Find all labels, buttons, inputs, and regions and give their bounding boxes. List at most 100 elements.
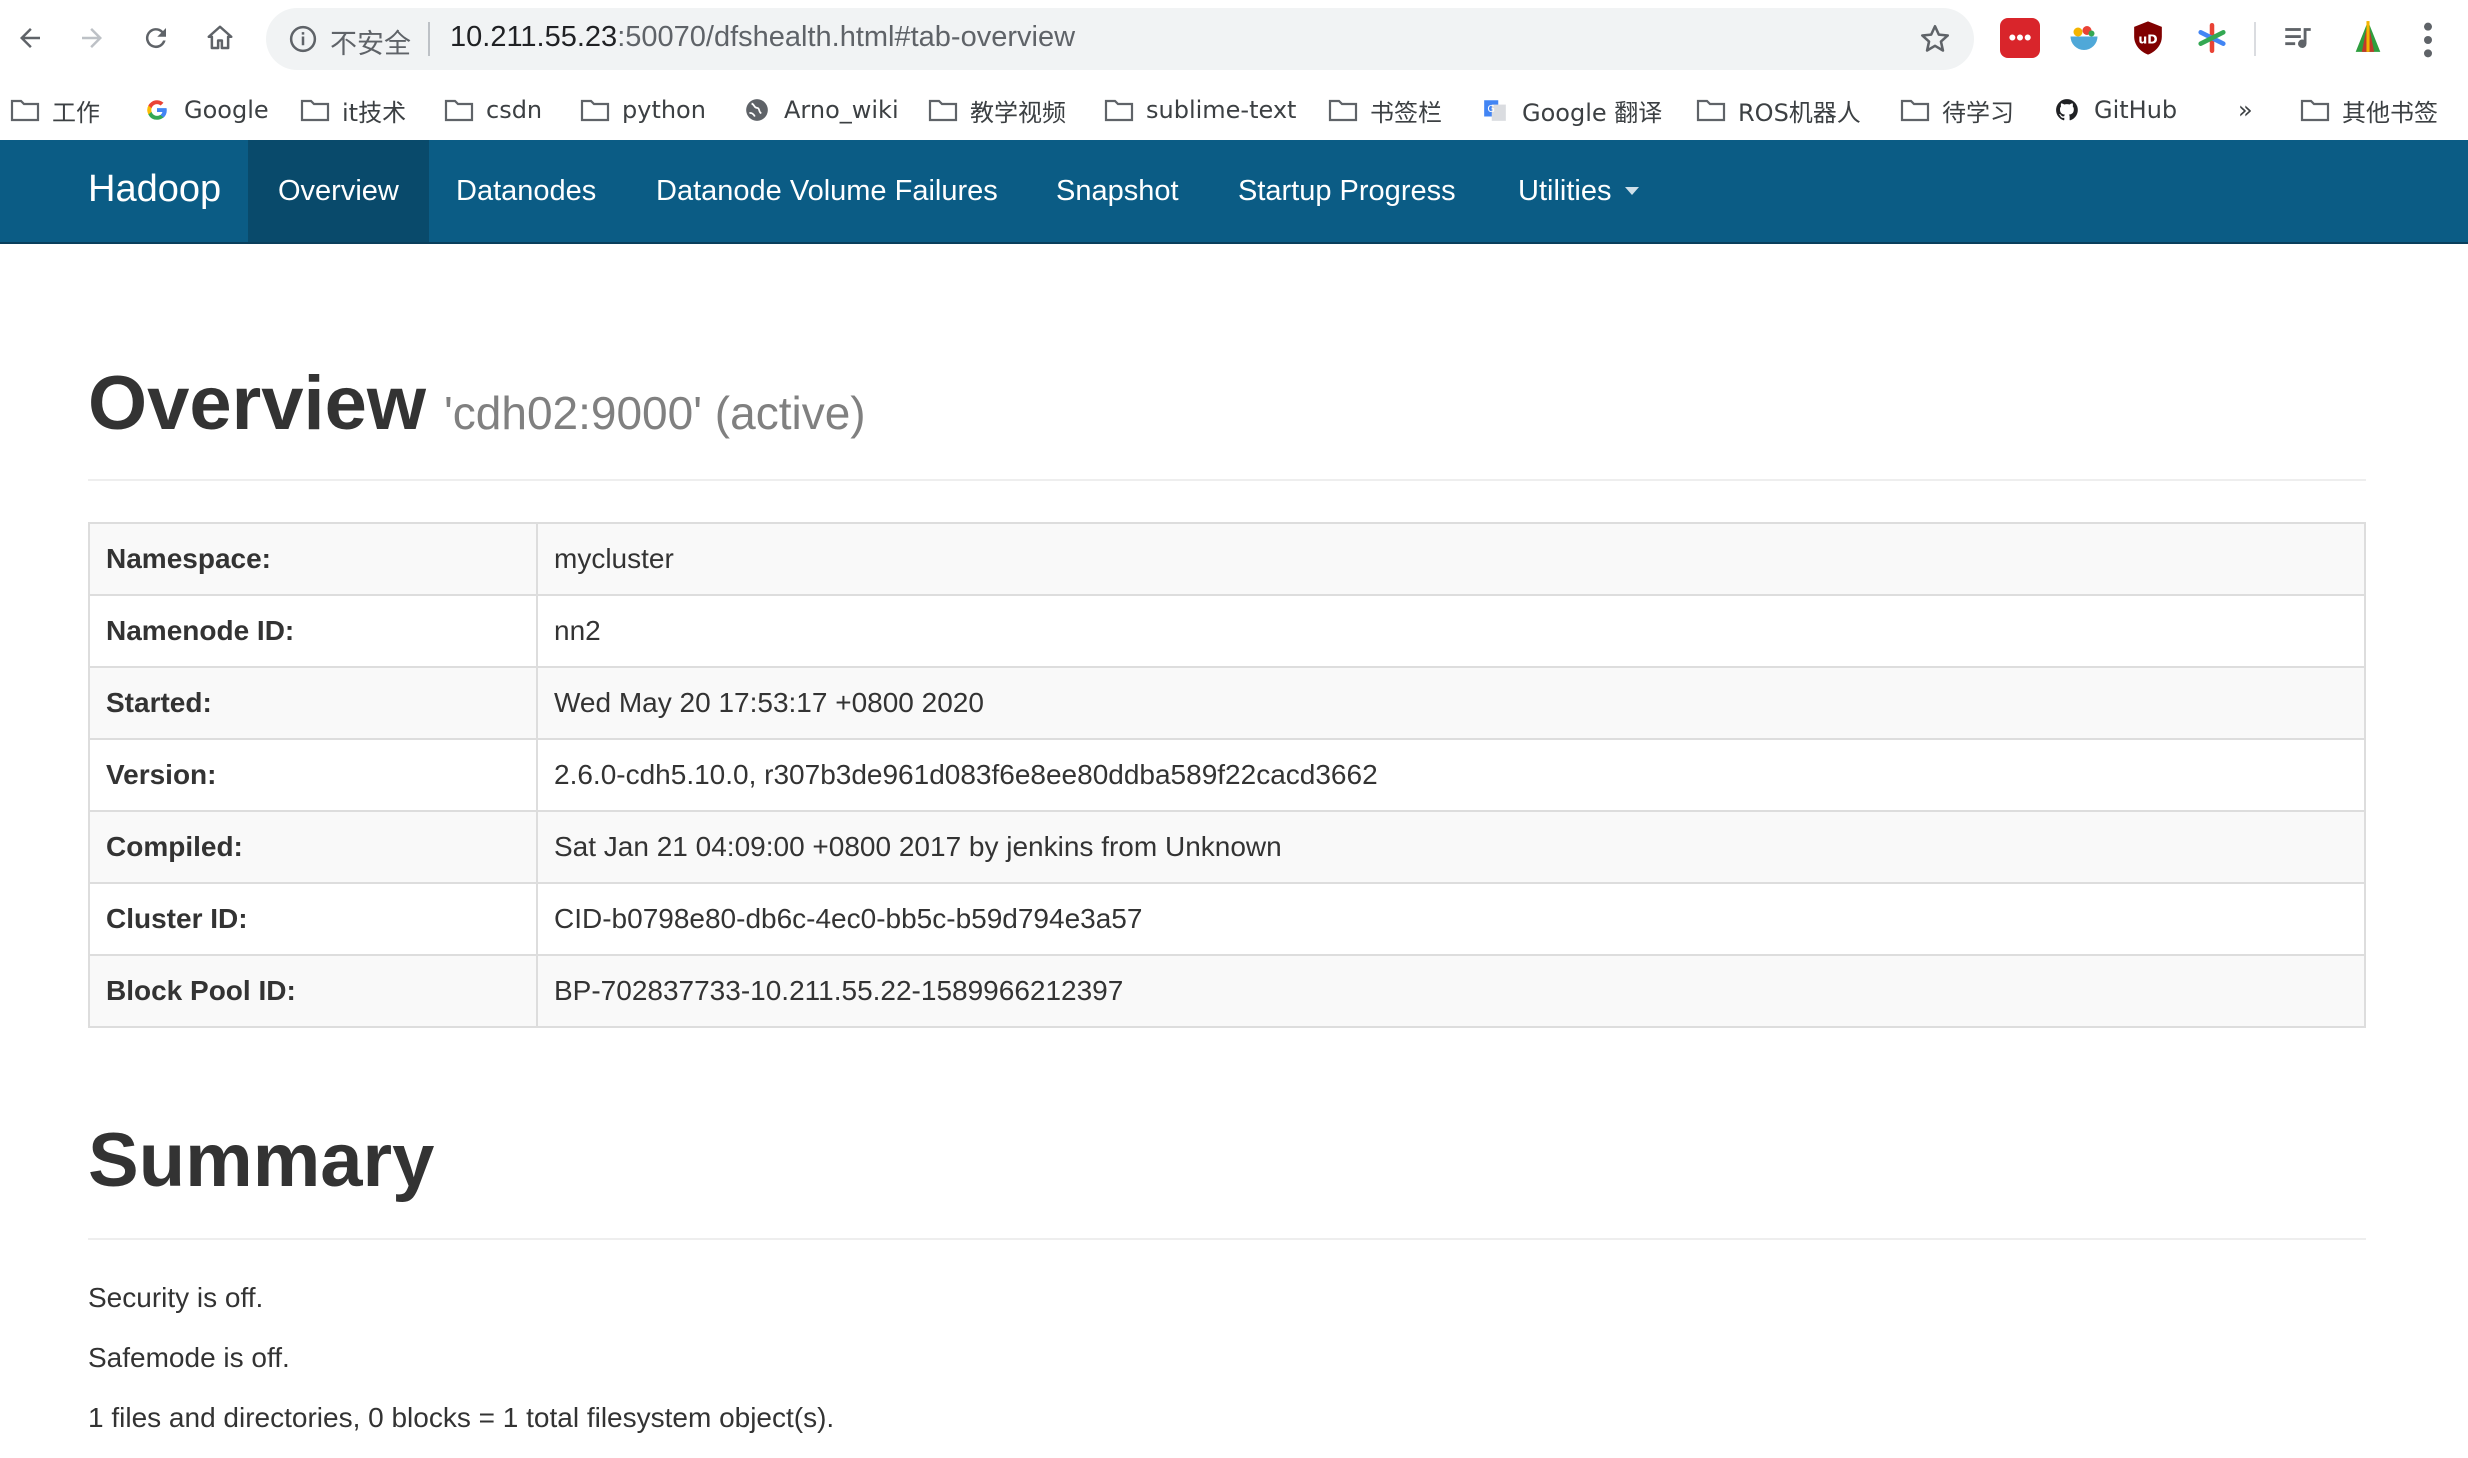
- table-row: Version: 2.6.0-cdh5.10.0, r307b3de961d08…: [88, 738, 2366, 812]
- profile-avatar[interactable]: [2348, 18, 2388, 58]
- media-queue-icon[interactable]: [2278, 18, 2318, 58]
- lastpass-extension-icon[interactable]: •••: [2000, 18, 2040, 58]
- bookmark-folder-videos[interactable]: 教学视频: [928, 90, 1066, 130]
- table-row: Started: Wed May 20 17:53:17 +0800 2020: [88, 666, 2366, 740]
- bookmark-star-icon[interactable]: [1918, 22, 1952, 56]
- nav-datanodes[interactable]: Datanodes: [426, 140, 626, 242]
- folder-icon: [580, 99, 610, 122]
- asterisk-extension-icon[interactable]: [2192, 18, 2232, 58]
- bookmark-label: 工作: [52, 98, 100, 127]
- folder-icon: [1104, 99, 1134, 122]
- table-row: Compiled: Sat Jan 21 04:09:00 +0800 2017…: [88, 810, 2366, 884]
- table-row: Block Pool ID: BP-702837733-10.211.55.22…: [88, 954, 2366, 1028]
- bookmark-label: Google: [184, 96, 269, 124]
- row-value: BP-702837733-10.211.55.22-1589966212397: [536, 954, 2366, 1028]
- bookmark-label: 待学习: [1942, 98, 2014, 127]
- bookmark-folder-work[interactable]: 工作: [10, 90, 100, 130]
- bookmark-folder-to-learn[interactable]: 待学习: [1900, 90, 2014, 130]
- bookmark-folder-ros[interactable]: ROS机器人: [1696, 90, 1861, 130]
- globe-icon: [746, 99, 768, 121]
- security-status-text: Security is off.: [88, 1282, 264, 1313]
- chevron-icon: »: [2238, 96, 2253, 124]
- reload-icon: [145, 28, 166, 49]
- bookmark-github[interactable]: GitHub: [2052, 90, 2177, 130]
- page-subtitle: 'cdh02:9000' (active): [444, 387, 866, 439]
- folder-icon: [1328, 99, 1358, 122]
- home-button[interactable]: [198, 16, 242, 60]
- bookmark-label: Google 翻译: [1522, 98, 1663, 127]
- security-label[interactable]: 不安全: [330, 22, 411, 61]
- bookmark-label: 书签栏: [1370, 98, 1442, 127]
- bookmarks-bar: 工作 Google it技术 csdn python Arno_wiki 教学视…: [0, 82, 2468, 138]
- nav-datanode-volume-failures[interactable]: Datanode Volume Failures: [626, 140, 1028, 242]
- browser-toolbar: 不安全 10.211.55.23:50070/dfshealth.html#ta…: [0, 0, 2468, 82]
- folder-icon: [1696, 99, 1726, 122]
- divider: [88, 479, 2366, 481]
- row-value: nn2: [536, 594, 2366, 668]
- nav-label: Datanodes: [456, 174, 597, 207]
- bookmark-label: python: [622, 96, 706, 124]
- back-button[interactable]: [8, 16, 52, 60]
- bookmark-folder-csdn[interactable]: csdn: [444, 90, 542, 130]
- bookmark-folder-python[interactable]: python: [580, 90, 706, 130]
- arrow-right-icon: [82, 28, 102, 48]
- safemode-status-text: Safemode is off.: [88, 1342, 290, 1373]
- hadoop-navbar: Hadoop Overview Datanodes Datanode Volum…: [0, 140, 2468, 244]
- bookmark-google[interactable]: Google: [142, 90, 269, 130]
- bookmark-folder-it-tech[interactable]: it技术: [300, 90, 406, 130]
- bookmark-label: ROS机器人: [1738, 98, 1861, 127]
- table-row: Namespace: mycluster: [88, 522, 2366, 596]
- bookmark-google-translate[interactable]: G Google 翻译: [1480, 90, 1662, 130]
- row-key: Namespace:: [88, 522, 538, 596]
- table-row: Cluster ID: CID-b0798e80-db6c-4ec0-bb5c-…: [88, 882, 2366, 956]
- bookmark-folder-bookmarks-bar[interactable]: 书签栏: [1328, 90, 1442, 130]
- folder-icon: [928, 99, 958, 122]
- overview-heading: Overview 'cdh02:9000' (active): [88, 360, 866, 447]
- reload-button[interactable]: [134, 16, 178, 60]
- table-row: Namenode ID: nn2: [88, 594, 2366, 668]
- translate-icon: G: [1484, 100, 1506, 121]
- url-text[interactable]: 10.211.55.23:50070/dfshealth.html#tab-ov…: [450, 21, 1075, 54]
- bookmark-label: csdn: [486, 96, 543, 124]
- bookmark-label: GitHub: [2094, 96, 2178, 124]
- folder-icon: [444, 99, 474, 122]
- bookmark-arno-wiki[interactable]: Arno_wiki: [742, 90, 899, 130]
- nav-label: Datanode Volume Failures: [656, 174, 998, 207]
- nav-startup-progress[interactable]: Startup Progress: [1208, 140, 1486, 242]
- url-host: 10.211.55.23: [450, 21, 618, 53]
- row-key: Cluster ID:: [88, 882, 538, 956]
- folder-icon: [10, 99, 40, 122]
- nav-label: Startup Progress: [1238, 174, 1456, 207]
- bookmark-label: Arno_wiki: [784, 96, 899, 124]
- svg-text:G: G: [1487, 104, 1495, 115]
- nav-label: Snapshot: [1056, 174, 1179, 207]
- bookmark-folder-other[interactable]: 其他书签: [2300, 90, 2438, 130]
- info-icon[interactable]: [288, 24, 318, 54]
- row-value: Wed May 20 17:53:17 +0800 2020: [536, 666, 2366, 740]
- page-title: Overview: [88, 361, 426, 446]
- forward-button[interactable]: [70, 16, 114, 60]
- brand-logo[interactable]: Hadoop: [88, 168, 221, 211]
- nav-label: Utilities: [1518, 174, 1612, 207]
- more-menu-icon[interactable]: [2418, 20, 2438, 60]
- row-key: Namenode ID:: [88, 594, 538, 668]
- bookmarks-overflow-button[interactable]: »: [2238, 90, 2253, 130]
- bookmark-label: it技术: [342, 98, 407, 127]
- bowl-extension-icon[interactable]: [2064, 18, 2104, 58]
- github-icon: [2056, 99, 2078, 121]
- nav-utilities-dropdown[interactable]: Utilities: [1488, 140, 1669, 242]
- filesystem-objects-text: 1 files and directories, 0 blocks = 1 to…: [88, 1402, 835, 1433]
- address-bar[interactable]: 不安全 10.211.55.23:50070/dfshealth.html#ta…: [266, 8, 1974, 70]
- ublock-extension-icon[interactable]: uD: [2128, 18, 2168, 58]
- summary-heading: Summary: [88, 1118, 435, 1203]
- row-key: Version:: [88, 738, 538, 812]
- bookmark-folder-sublime[interactable]: sublime-text: [1104, 90, 1296, 130]
- nav-snapshot[interactable]: Snapshot: [1026, 140, 1209, 242]
- folder-icon: [1900, 99, 1930, 122]
- bookmark-label: 其他书签: [2342, 98, 2438, 127]
- row-key: Compiled:: [88, 810, 538, 884]
- folder-icon: [300, 99, 330, 122]
- svg-text:uD: uD: [2138, 32, 2157, 47]
- divider: [88, 1238, 2366, 1240]
- nav-overview[interactable]: Overview: [248, 140, 429, 242]
